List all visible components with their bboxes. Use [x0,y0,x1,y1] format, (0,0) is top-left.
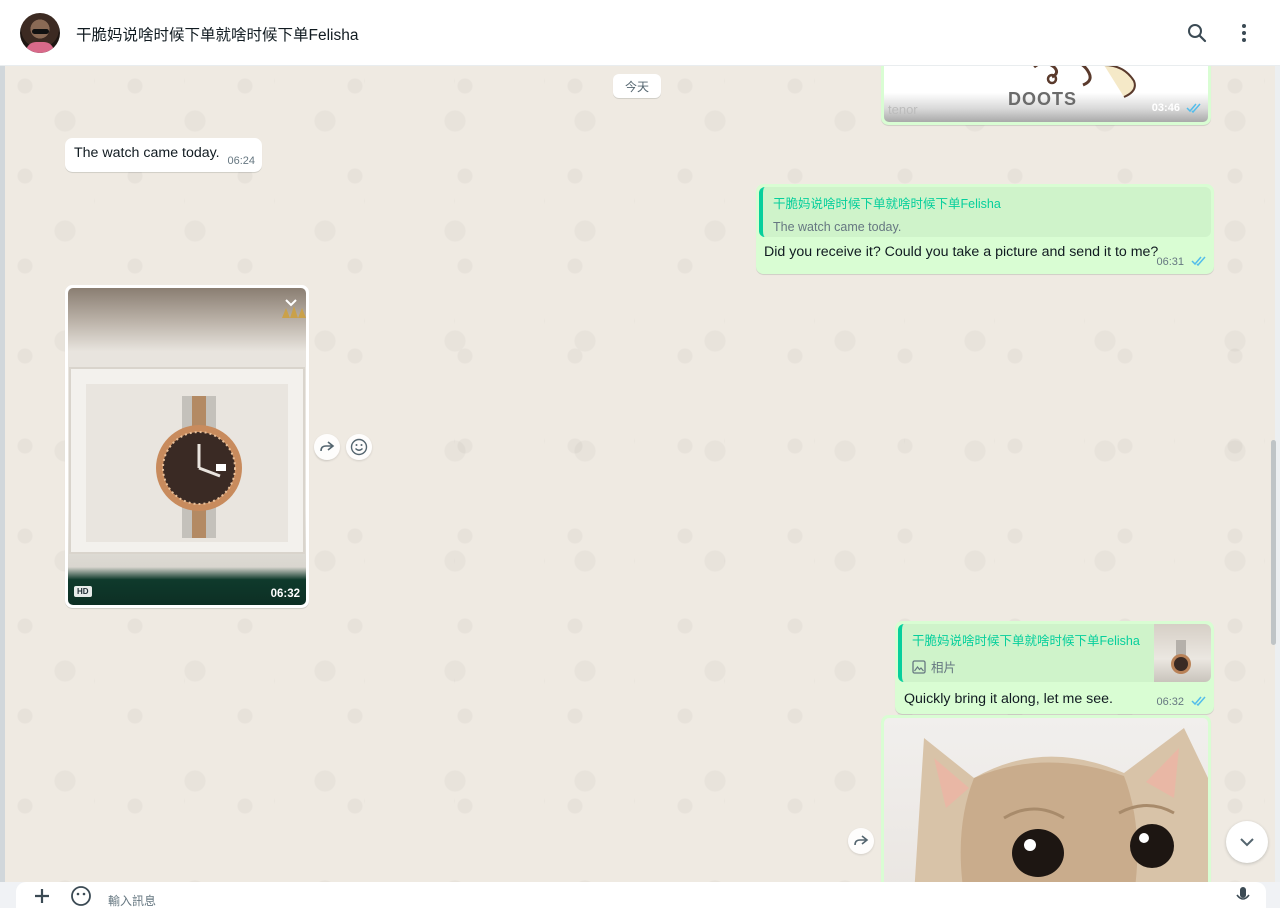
message-time: 06:32 [1156,696,1185,708]
search-icon[interactable] [1184,20,1210,46]
message-text: The watch came today. [74,145,220,161]
image-message[interactable] [881,715,1211,882]
scrollbar-thumb[interactable] [1271,440,1276,645]
cat-photo[interactable] [884,718,1208,882]
gif-caption: DOOTS [1008,89,1078,109]
message-meta: 06:31 [1157,253,1207,269]
quoted-thumbnail [1154,624,1211,682]
message-time: 06:24 [227,155,255,167]
outgoing-message[interactable]: 干脆妈说啥时候下单就啥时候下单Felisha 相片 Quickly bring … [895,621,1214,714]
message-composer [0,882,1280,908]
message-time: 03:46 [1151,102,1180,114]
image-message[interactable]: HD 06:32 [65,285,309,608]
message-text: Did you receive it? Could you take a pic… [764,244,1159,260]
quoted-author: 干脆妈说啥时候下单就啥时候下单Felisha [912,634,1140,648]
read-receipt-icon [1191,256,1206,267]
message-list[interactable]: 今天 DOOTS tenor 03:46 The watch came toda… [5,66,1275,882]
emoji-icon[interactable] [69,884,93,908]
read-receipt-icon [1186,103,1201,114]
date-chip: 今天 [613,74,662,98]
quoted-text: 相片 [931,661,957,675]
chat-header: 干脆妈说啥时候下单就啥时候下单Felisha [0,0,1280,66]
message-meta: 03:46 [1152,102,1202,114]
message-input[interactable] [108,894,1008,908]
message-time: 06:32 [270,588,300,600]
quoted-message[interactable]: 干脆妈说啥时候下单就啥时候下单Felisha The watch came to… [759,187,1211,237]
chevron-down-icon[interactable] [284,296,298,312]
forward-icon[interactable] [314,434,340,460]
gif-source-label: tenor [888,102,918,117]
quoted-message[interactable]: 干脆妈说啥时候下单就啥时候下单Felisha 相片 [898,624,1211,682]
photo-icon [912,659,926,674]
microphone-icon[interactable] [1231,884,1255,908]
more-vert-icon[interactable] [1231,20,1257,46]
gif-preview: DOOTS tenor 03:46 [884,66,1208,122]
incoming-message[interactable]: The watch came today. 06:24 [65,138,262,172]
plus-icon[interactable] [30,884,54,908]
chat-title[interactable]: 干脆妈说啥时候下单就啥时候下单Felisha [76,23,358,45]
hd-badge: HD [74,586,92,597]
emoji-reaction-icon[interactable] [346,434,372,460]
contact-avatar[interactable] [20,13,60,53]
message-meta: 06:32 [1157,693,1207,709]
quoted-text: The watch came today. [773,220,902,234]
quoted-text-row: 相片 [912,657,1149,676]
read-receipt-icon [1191,696,1206,707]
chevron-down-icon [1240,838,1254,847]
quoted-author: 干脆妈说啥时候下单就啥时候下单Felisha [773,197,1001,211]
watch-photo[interactable]: HD 06:32 [68,288,306,605]
scroll-to-bottom-button[interactable] [1226,821,1268,863]
forward-icon[interactable] [848,828,874,854]
outgoing-message[interactable]: 干脆妈说啥时候下单就啥时候下单Felisha The watch came to… [756,184,1214,274]
message-time: 06:31 [1156,256,1185,268]
gif-message[interactable]: DOOTS tenor 03:46 [881,66,1211,125]
